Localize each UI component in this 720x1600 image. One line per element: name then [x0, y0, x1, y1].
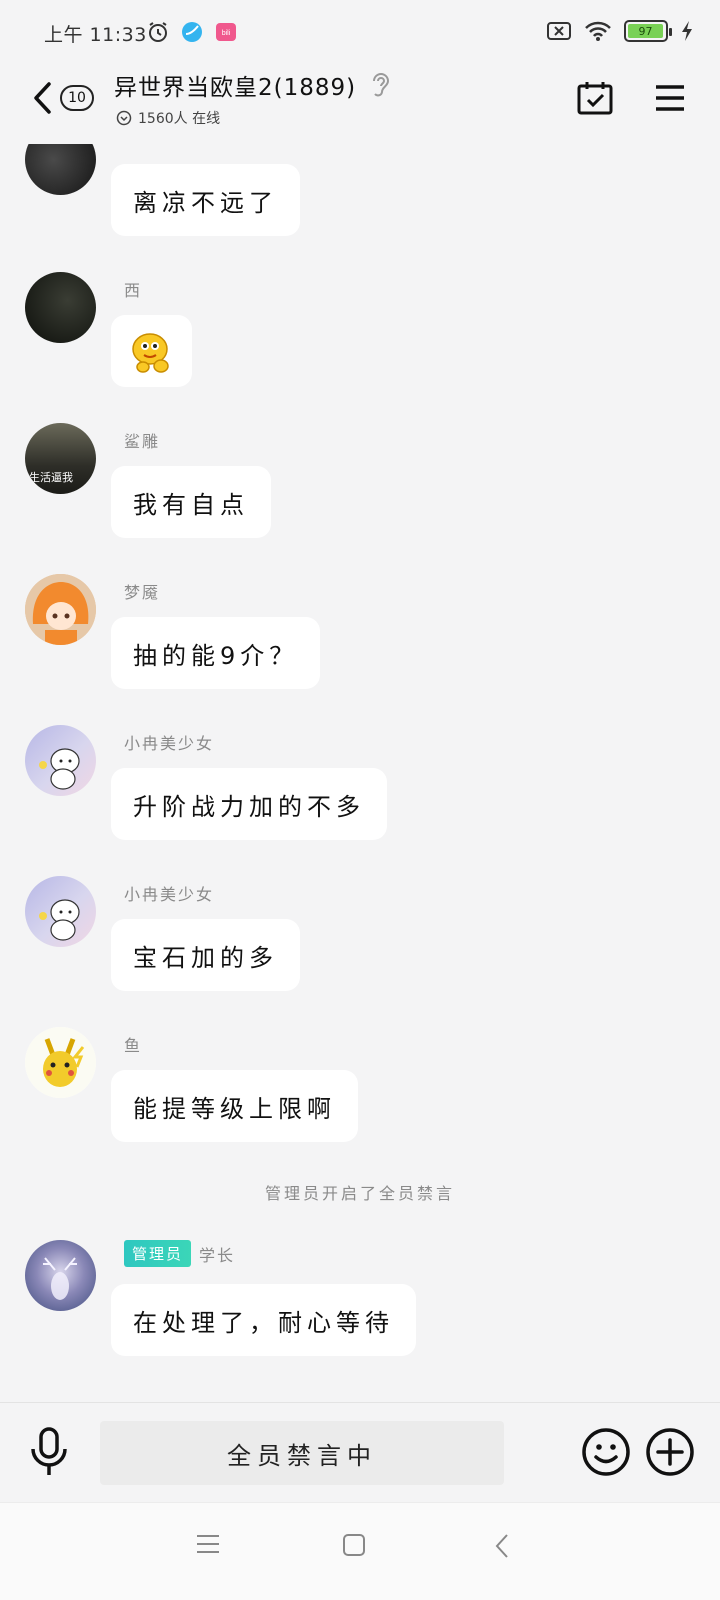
- avatar[interactable]: [25, 1027, 96, 1098]
- unread-count-badge[interactable]: 10: [60, 85, 94, 111]
- group-title[interactable]: 异世界当欧皇2(1889): [114, 68, 356, 102]
- anime-girl-avatar: [25, 574, 96, 645]
- message-bubble[interactable]: 我有自点: [111, 466, 271, 538]
- plus-circle-icon[interactable]: [645, 1427, 695, 1477]
- avatar[interactable]: [25, 1240, 96, 1311]
- charging-bolt-icon: [682, 21, 692, 41]
- status-system-icons: 97: [546, 20, 694, 42]
- wifi-icon: [585, 21, 611, 41]
- message-bubble[interactable]: 能提等级上限啊: [111, 1070, 358, 1142]
- deer-avatar: [43, 1257, 77, 1300]
- battery-icon: 97: [624, 20, 672, 42]
- app-bird-icon: [182, 22, 202, 42]
- input-bar: 全员禁言中: [0, 1402, 720, 1502]
- avatar-caption: 生活逼我: [29, 471, 73, 484]
- bilibili-icon: bili: [216, 23, 236, 41]
- sender-name: 鱼: [124, 1036, 143, 1055]
- message-bubble[interactable]: 在处理了，耐心等待: [111, 1284, 416, 1356]
- header-actions: [576, 80, 686, 116]
- message-bubble[interactable]: 抽的能9介？: [111, 617, 321, 689]
- message-bubble[interactable]: 升阶战力加的不多: [111, 768, 387, 840]
- svg-text:bili: bili: [222, 30, 231, 37]
- chat-header: 10 异世界当欧皇2(1889) 1560人 在线: [0, 68, 720, 144]
- avatar[interactable]: [25, 725, 96, 796]
- message-bubble[interactable]: 离凉不远了: [111, 164, 300, 236]
- avatar[interactable]: [25, 574, 96, 645]
- back-icon: [34, 82, 51, 114]
- online-status-icon: [116, 110, 132, 126]
- sticker-bubble[interactable]: [111, 315, 192, 387]
- menu-icon[interactable]: [654, 84, 686, 112]
- avatar[interactable]: 生活逼我: [25, 423, 96, 494]
- home-icon[interactable]: [342, 1533, 366, 1557]
- message-list[interactable]: 离凉不远了 西 生活逼我 鲨雕 我有自点 梦魇 抽的能9介？ 小冉美少女 升阶战…: [0, 144, 720, 1402]
- system-nav-bar: [0, 1502, 720, 1600]
- admin-sender-row: 管理员 学长: [124, 1240, 235, 1267]
- avatar[interactable]: [25, 876, 96, 947]
- sender-name: 鲨雕: [124, 432, 161, 451]
- system-notice: 管理员开启了全员禁言: [264, 1184, 455, 1203]
- back-nav-icon[interactable]: [494, 1533, 510, 1559]
- sender-name: 小冉美少女: [124, 734, 215, 753]
- sim-off-icon: [547, 22, 571, 40]
- muted-input-field: 全员禁言中: [100, 1421, 504, 1485]
- avatar[interactable]: [25, 272, 96, 343]
- white-bear-avatar: [39, 899, 80, 941]
- battery-level: 97: [628, 24, 663, 38]
- status-bar: 上午 11:33 bili 97: [0, 0, 720, 68]
- sender-name: 梦魇: [124, 583, 161, 602]
- yellow-blob-sticker: [131, 333, 169, 373]
- admin-role-badge: 管理员: [124, 1240, 192, 1267]
- sender-name: 小冉美少女: [124, 885, 215, 904]
- ear-icon[interactable]: [370, 70, 392, 100]
- smiley-icon[interactable]: [581, 1427, 631, 1477]
- online-count-label: 1560人 在线: [138, 111, 221, 127]
- sender-name: 学长: [199, 1245, 236, 1265]
- message-bubble[interactable]: 宝石加的多: [111, 919, 300, 991]
- avatar[interactable]: [25, 144, 96, 195]
- mic-icon[interactable]: [28, 1425, 70, 1481]
- sender-name: 西: [124, 281, 143, 300]
- calendar-check-icon[interactable]: [576, 80, 614, 116]
- pikachu-avatar: [25, 1027, 96, 1098]
- white-bear-avatar: [39, 748, 80, 790]
- status-notifications: bili: [146, 20, 238, 44]
- online-count: 1560人 在线: [116, 108, 220, 128]
- back-button[interactable]: [22, 78, 62, 118]
- alarm-clock-icon: [149, 22, 167, 42]
- status-time: 上午 11:33: [44, 24, 147, 46]
- recents-icon[interactable]: [196, 1533, 220, 1555]
